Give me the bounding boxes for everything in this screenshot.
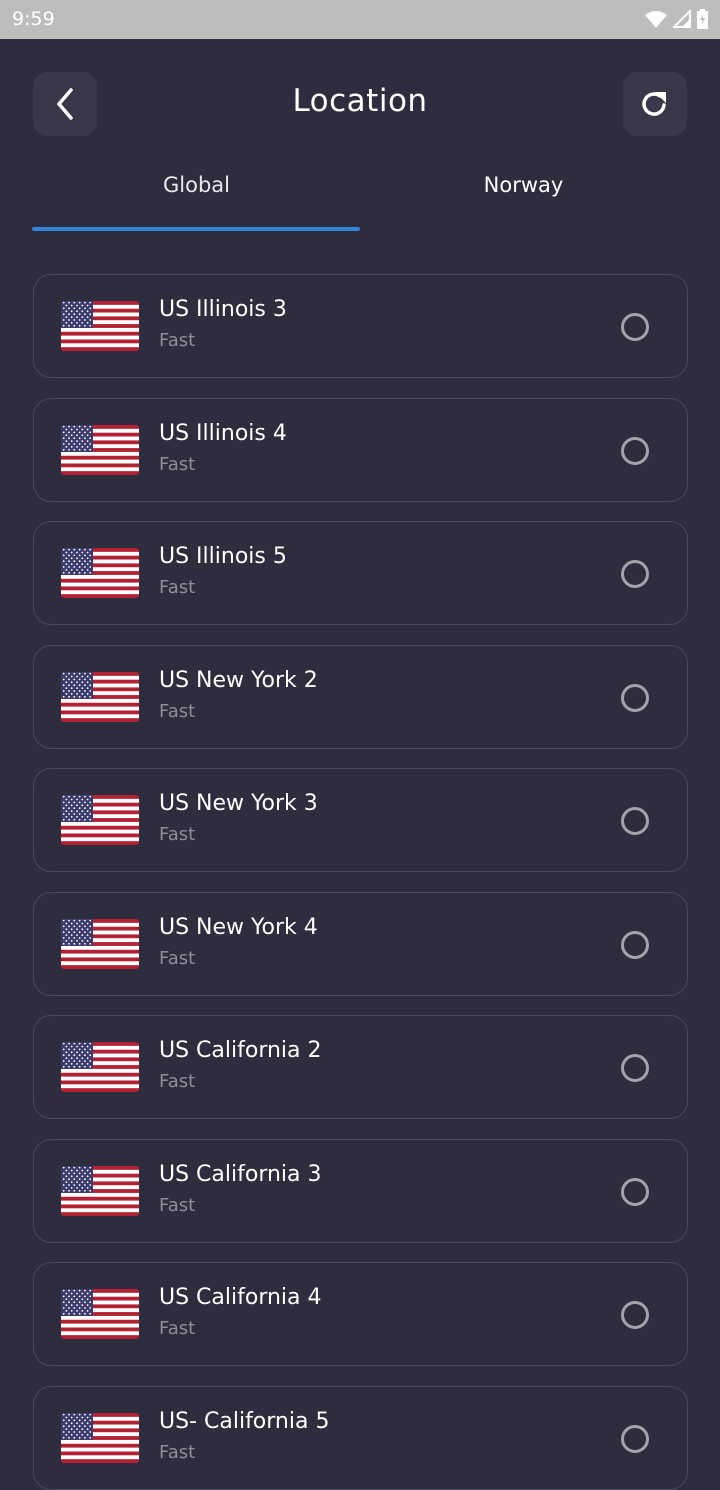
us-flag-icon (61, 424, 139, 475)
radio-button[interactable] (621, 683, 649, 712)
status-time: 9:59 (12, 8, 55, 30)
status-icons (645, 9, 708, 29)
wifi-icon (645, 11, 667, 28)
location-screen: Location Global Norway US Illinois 3 Fas… (0, 39, 720, 1490)
radio-button[interactable] (621, 436, 649, 465)
us-flag-icon (61, 1165, 139, 1216)
server-speed: Fast (159, 1071, 196, 1092)
radio-button[interactable] (621, 1177, 649, 1206)
us-flag-icon (61, 795, 139, 845)
server-card[interactable]: US California 2 Fast (33, 1015, 688, 1119)
server-name: US Illinois 5 (159, 544, 287, 569)
us-flag-icon (61, 1289, 139, 1339)
server-name: US New York 2 (159, 667, 318, 693)
server-name: US- California 5 (159, 1408, 330, 1434)
page-title: Location (292, 83, 428, 119)
server-speed: Fast (159, 330, 196, 351)
us-flag-icon (61, 548, 139, 598)
server-speed: Fast (159, 1441, 196, 1463)
radio-button[interactable] (621, 313, 649, 341)
radio-button[interactable] (621, 1301, 649, 1329)
status-bar: 9:59 (0, 0, 720, 39)
server-name: US Illinois 3 (159, 297, 287, 322)
refresh-icon (642, 92, 666, 116)
server-card[interactable]: US- California 5 Fast (33, 1385, 688, 1490)
radio-button[interactable] (621, 807, 649, 835)
server-card[interactable]: US New York 3 Fast (33, 768, 688, 872)
radio-button[interactable] (621, 930, 649, 959)
server-name: US Illinois 4 (159, 420, 287, 446)
server-card[interactable]: US Illinois 4 Fast (33, 397, 688, 502)
server-name: US New York 4 (159, 914, 318, 940)
tab-norway[interactable]: Norway (360, 173, 687, 197)
server-card[interactable]: US California 4 Fast (33, 1262, 688, 1366)
server-name: US California 4 (159, 1285, 322, 1310)
server-speed: Fast (159, 1194, 196, 1216)
refresh-button[interactable] (623, 72, 687, 136)
tab-global[interactable]: Global (33, 173, 360, 197)
server-card[interactable]: US Illinois 5 Fast (33, 521, 688, 625)
us-flag-icon (61, 1042, 139, 1092)
radio-button[interactable] (621, 560, 649, 588)
radio-button[interactable] (621, 1424, 649, 1453)
server-speed: Fast (159, 1318, 196, 1339)
battery-charging-icon (697, 9, 708, 29)
tab-indicator (32, 227, 360, 231)
us-flag-icon (61, 671, 139, 722)
server-name: US California 3 (159, 1161, 322, 1187)
server-speed: Fast (159, 700, 196, 722)
server-speed: Fast (159, 947, 196, 969)
server-card[interactable]: US New York 2 Fast (33, 644, 688, 749)
server-name: US California 2 (159, 1038, 322, 1063)
us-flag-icon (61, 1412, 139, 1463)
radio-button[interactable] (621, 1054, 649, 1082)
server-card[interactable]: US California 3 Fast (33, 1138, 688, 1243)
server-speed: Fast (159, 824, 196, 845)
us-flag-icon (61, 301, 139, 351)
us-flag-icon (61, 918, 139, 969)
server-card[interactable]: US New York 4 Fast (33, 891, 688, 996)
cell-signal-icon (673, 10, 691, 28)
server-speed: Fast (159, 453, 196, 475)
server-speed: Fast (159, 577, 196, 598)
server-name: US New York 3 (159, 791, 318, 816)
server-card[interactable]: US Illinois 3 Fast (33, 274, 688, 378)
